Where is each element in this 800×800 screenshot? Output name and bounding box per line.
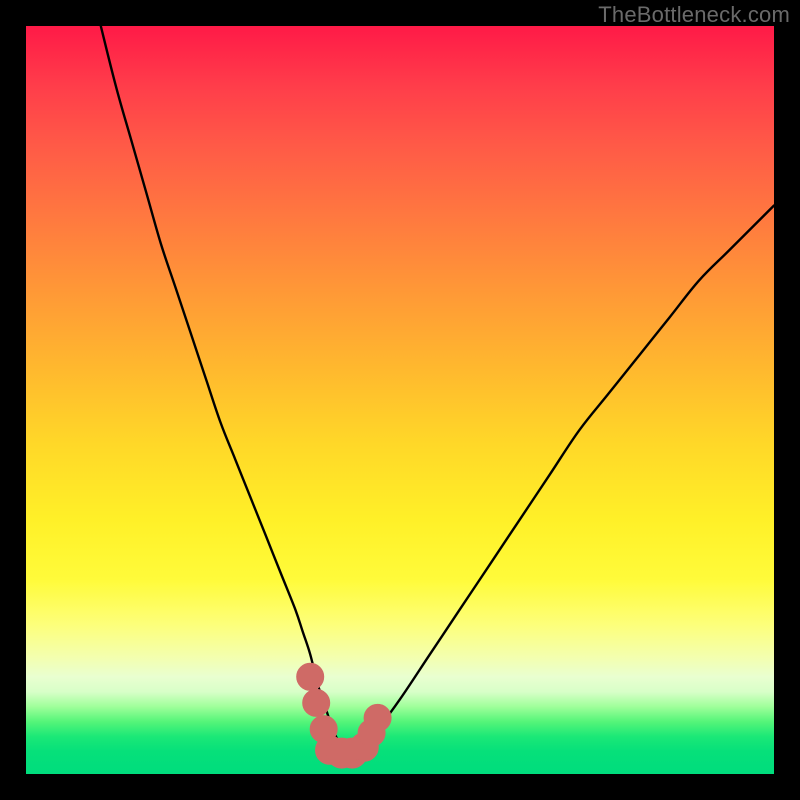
curve-marker: [364, 704, 391, 731]
watermark-text: TheBottleneck.com: [598, 2, 790, 28]
bottleneck-curve: [101, 26, 774, 753]
curve-marker: [297, 663, 324, 690]
curve-marker: [303, 689, 330, 716]
chart-plot-area: [26, 26, 774, 774]
chart-svg: [26, 26, 774, 774]
chart-frame: TheBottleneck.com: [0, 0, 800, 800]
curve-markers: [297, 663, 391, 768]
